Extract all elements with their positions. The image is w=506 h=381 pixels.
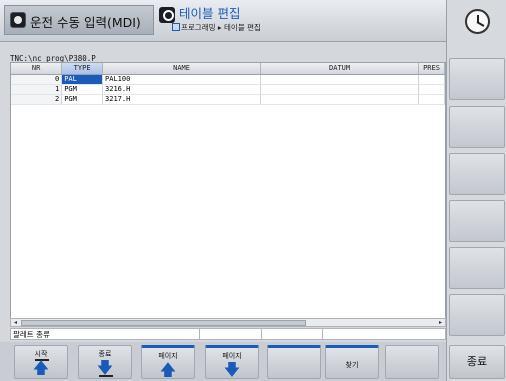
- vertical-softkey-4[interactable]: [449, 200, 505, 242]
- scrollbar-thumb[interactable]: [21, 320, 306, 326]
- cell-name[interactable]: 3216.H: [102, 84, 262, 95]
- programming-mode-icon: [159, 7, 175, 23]
- cell-datum[interactable]: [260, 94, 420, 105]
- col-header-type[interactable]: TYPE: [61, 63, 104, 75]
- clock-icon: [465, 9, 490, 34]
- cell-type[interactable]: PAL: [61, 74, 104, 85]
- cell-type[interactable]: PGM: [61, 94, 104, 105]
- vertical-softkey-5[interactable]: [449, 247, 505, 289]
- vertical-softkey-1[interactable]: [449, 58, 505, 100]
- softkey-page-up[interactable]: 페이지 🡅: [141, 345, 195, 379]
- machine-mode-icon: [10, 12, 26, 28]
- status-text: 팔레트 종류: [13, 330, 50, 339]
- softkey-end[interactable]: 종료 🡇: [78, 345, 132, 379]
- cell-pres[interactable]: [418, 94, 445, 105]
- cell-datum[interactable]: [260, 84, 420, 95]
- softkey-find[interactable]: 찾기: [325, 345, 379, 379]
- status-line: 팔레트 종류: [10, 328, 446, 340]
- home-icon: [172, 23, 180, 31]
- arrow-down-icon: 🡇: [223, 360, 241, 379]
- cell-nr[interactable]: 2: [11, 94, 63, 105]
- cell-pres[interactable]: [418, 74, 445, 85]
- col-header-nr[interactable]: NR: [11, 63, 63, 75]
- cell-nr[interactable]: 1: [11, 84, 63, 95]
- mode-mdi[interactable]: 운전 수동 입력(MDI): [4, 5, 154, 35]
- mode-mdi-label: 운전 수동 입력(MDI): [30, 15, 141, 30]
- horizontal-scrollbar[interactable]: ◂ ▸: [10, 318, 446, 327]
- scroll-left-icon[interactable]: ◂: [11, 319, 20, 326]
- arrow-up-top-bar-icon: 🡅: [32, 358, 50, 377]
- vertical-softkey-6[interactable]: [449, 294, 505, 336]
- vertical-softkey-2[interactable]: [449, 106, 505, 148]
- table-row[interactable]: 1 PGM 3216.H: [11, 84, 445, 95]
- cell-name[interactable]: 3217.H: [102, 94, 262, 105]
- softkey-empty-2[interactable]: [385, 345, 439, 379]
- scroll-right-icon[interactable]: ▸: [436, 319, 445, 326]
- cell-pres[interactable]: [418, 84, 445, 95]
- softkey-start[interactable]: 시작 🡅: [14, 345, 68, 379]
- arrow-up-icon: 🡅: [159, 360, 177, 379]
- softkey-page-down[interactable]: 페이지 🡇: [205, 345, 259, 379]
- cell-name[interactable]: PAL100: [102, 74, 262, 85]
- table-row[interactable]: 2 PGM 3217.H: [11, 94, 445, 105]
- softkey-empty-1[interactable]: [267, 345, 321, 379]
- cell-type[interactable]: PGM: [61, 84, 104, 95]
- breadcrumb: 프로그래밍 ▸ 테이블 편집: [181, 23, 261, 32]
- col-header-datum[interactable]: DATUM: [260, 63, 420, 75]
- col-header-name[interactable]: NAME: [102, 63, 262, 75]
- cell-datum[interactable]: [260, 74, 420, 85]
- header-bar: 운전 수동 입력(MDI) 테이블 편집 프로그래밍 ▸ 테이블 편집: [0, 0, 446, 42]
- vertical-softkey-3[interactable]: [449, 153, 505, 195]
- table-row[interactable]: 0 PAL PAL100: [11, 74, 445, 85]
- arrow-down-bottom-bar-icon: 🡇: [96, 358, 114, 377]
- col-header-pres[interactable]: PRES: [418, 63, 445, 75]
- cell-nr[interactable]: 0: [11, 74, 63, 85]
- end-button[interactable]: 종료: [449, 345, 505, 379]
- mode-table-edit-title: 테이블 편집: [179, 6, 241, 21]
- pallet-table[interactable]: NR TYPE NAME DATUM PRES 0 PAL PAL100 1 P…: [10, 62, 446, 327]
